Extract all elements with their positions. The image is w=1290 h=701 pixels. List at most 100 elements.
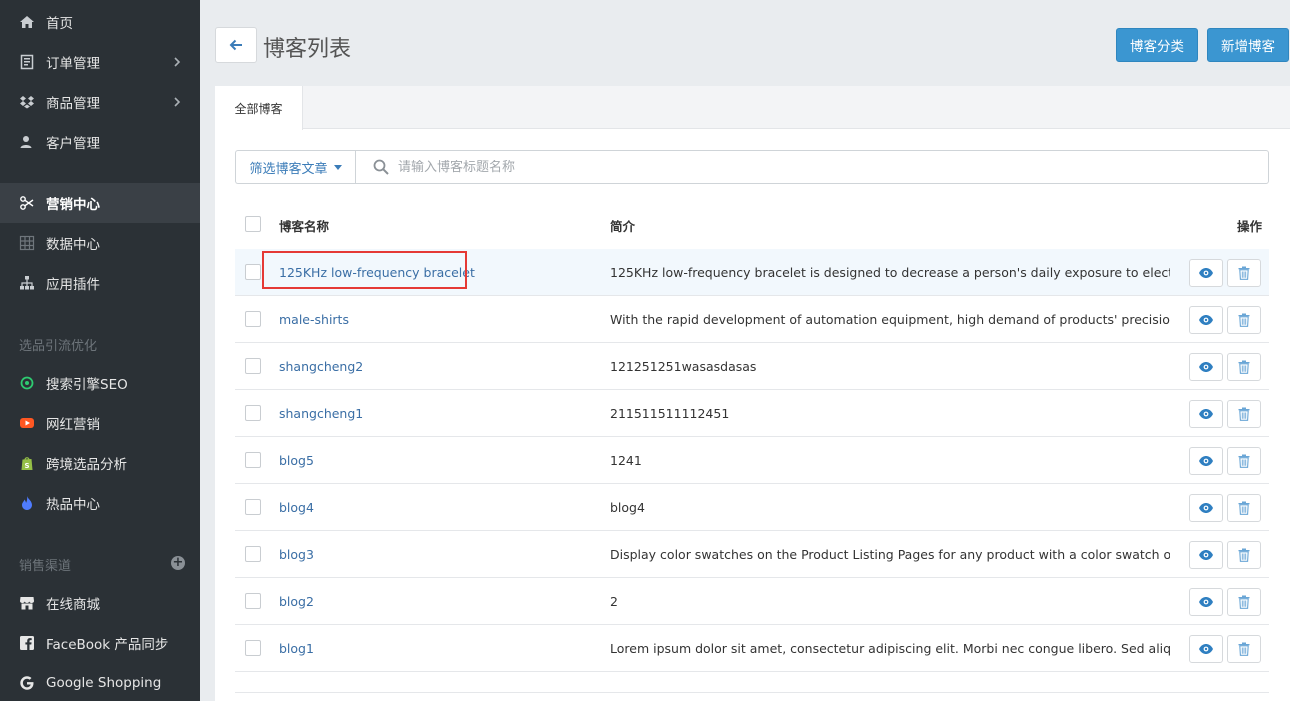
view-button[interactable]	[1189, 353, 1223, 381]
table-row: shangcheng2 121251251wasasdasas	[235, 343, 1269, 390]
search-input[interactable]	[398, 159, 1198, 175]
search-icon	[373, 159, 389, 175]
trash-icon	[1238, 501, 1250, 515]
delete-button[interactable]	[1227, 306, 1261, 334]
sidebar-item-products[interactable]: 商品管理	[0, 82, 200, 122]
table-row: blog4 blog4	[235, 484, 1269, 531]
sidebar-item-data[interactable]: 数据中心	[0, 223, 200, 263]
blog-description: 211511511112451	[610, 406, 730, 421]
row-checkbox[interactable]	[245, 452, 261, 468]
eye-icon	[1199, 409, 1213, 419]
scissors-icon	[18, 194, 36, 212]
table-row: male-shirts With the rapid development of…	[235, 296, 1269, 343]
trash-icon	[1238, 313, 1250, 327]
sidebar-item-product-analysis[interactable]: S 跨境选品分析	[0, 443, 200, 483]
row-checkbox[interactable]	[245, 358, 261, 374]
sidebar-item-facebook-sync[interactable]: FaceBook 产品同步	[0, 623, 200, 663]
back-button[interactable]	[215, 27, 257, 63]
sidebar-section-optimize: 选品引流优化	[19, 339, 98, 354]
sidebar-item-label: 搜索引擎SEO	[46, 377, 128, 393]
blog-name-link[interactable]: blog5	[279, 453, 314, 468]
blog-name-link[interactable]: blog4	[279, 500, 314, 515]
facebook-icon	[18, 634, 36, 652]
blog-name-link[interactable]: shangcheng1	[279, 406, 363, 421]
sidebar-item-plugins[interactable]: 应用插件	[0, 263, 200, 303]
sidebar-item-home[interactable]: 首页	[0, 2, 200, 42]
tab-all-blogs[interactable]: 全部博客	[215, 86, 303, 130]
blog-name-link[interactable]: blog1	[279, 641, 314, 656]
blog-description: Display color swatches on the Product Li…	[610, 547, 1170, 562]
view-button[interactable]	[1189, 635, 1223, 663]
sidebar-item-google-shopping[interactable]: Google Shopping	[0, 663, 200, 701]
page-title: 博客列表	[263, 37, 352, 62]
order-icon	[18, 53, 36, 71]
sidebar-item-marketing[interactable]: 营销中心	[0, 183, 200, 223]
sidebar-item-label: 网红营销	[46, 417, 100, 433]
table-row: 125KHz low-frequency bracelet 125KHz low-…	[235, 249, 1269, 296]
home-icon	[18, 13, 36, 31]
search-box	[355, 150, 1269, 184]
sidebar-item-orders[interactable]: 订单管理	[0, 42, 200, 82]
blog-description: With the rapid development of automation…	[610, 312, 1170, 327]
eye-icon	[1199, 362, 1213, 372]
dropbox-icon	[18, 93, 36, 111]
column-header-desc: 简介	[610, 219, 636, 234]
view-button[interactable]	[1189, 306, 1223, 334]
eye-icon	[1199, 597, 1213, 607]
trash-icon	[1238, 642, 1250, 656]
view-button[interactable]	[1189, 447, 1223, 475]
blog-description: blog4	[610, 500, 645, 515]
blog-category-button[interactable]: 博客分类	[1116, 28, 1198, 62]
view-button[interactable]	[1189, 588, 1223, 616]
delete-button[interactable]	[1227, 541, 1261, 569]
row-checkbox[interactable]	[245, 593, 261, 609]
trash-icon	[1238, 595, 1250, 609]
sidebar-item-customers[interactable]: 客户管理	[0, 122, 200, 162]
delete-button[interactable]	[1227, 588, 1261, 616]
svg-text:S: S	[24, 462, 29, 470]
delete-button[interactable]	[1227, 400, 1261, 428]
sidebar-item-hot-products[interactable]: 热品中心	[0, 483, 200, 523]
sidebar-item-label: 首页	[46, 16, 73, 32]
grid-icon	[18, 234, 36, 252]
sidebar-item-online-store[interactable]: 在线商城	[0, 583, 200, 623]
row-checkbox[interactable]	[245, 499, 261, 515]
delete-button[interactable]	[1227, 447, 1261, 475]
row-checkbox[interactable]	[245, 264, 261, 280]
select-all-checkbox[interactable]	[245, 216, 261, 232]
row-checkbox[interactable]	[245, 546, 261, 562]
delete-button[interactable]	[1227, 635, 1261, 663]
eye-icon	[1199, 268, 1213, 278]
row-checkbox[interactable]	[245, 311, 261, 327]
table-row: blog5 1241	[235, 437, 1269, 484]
trash-icon	[1238, 454, 1250, 468]
view-button[interactable]	[1189, 494, 1223, 522]
table-row: blog1 Lorem ipsum dolor sit amet, consect…	[235, 625, 1269, 672]
filter-dropdown[interactable]: 筛选博客文章	[235, 150, 355, 184]
blog-name-link[interactable]: blog2	[279, 594, 314, 609]
row-checkbox[interactable]	[245, 405, 261, 421]
view-button[interactable]	[1189, 259, 1223, 287]
sidebar-item-seo[interactable]: 搜索引擎SEO	[0, 363, 200, 403]
blog-name-link[interactable]: 125KHz low-frequency bracelet	[279, 265, 475, 280]
delete-button[interactable]	[1227, 259, 1261, 287]
eye-icon	[1199, 456, 1213, 466]
blog-name-link[interactable]: blog3	[279, 547, 314, 562]
sidebar-item-influencer[interactable]: 网红营销	[0, 403, 200, 443]
seo-icon	[18, 374, 36, 392]
trash-icon	[1238, 548, 1250, 562]
sidebar-item-label: 在线商城	[46, 597, 100, 613]
blog-name-link[interactable]: male-shirts	[279, 312, 349, 327]
eye-icon	[1199, 503, 1213, 513]
add-blog-button[interactable]: 新增博客	[1207, 28, 1289, 62]
trash-icon	[1238, 360, 1250, 374]
view-button[interactable]	[1189, 400, 1223, 428]
chevron-right-icon	[174, 97, 181, 107]
view-button[interactable]	[1189, 541, 1223, 569]
delete-button[interactable]	[1227, 494, 1261, 522]
blog-name-link[interactable]: shangcheng2	[279, 359, 363, 374]
add-channel-button[interactable]: +	[171, 556, 185, 570]
blog-description: 1241	[610, 453, 642, 468]
delete-button[interactable]	[1227, 353, 1261, 381]
row-checkbox[interactable]	[245, 640, 261, 656]
